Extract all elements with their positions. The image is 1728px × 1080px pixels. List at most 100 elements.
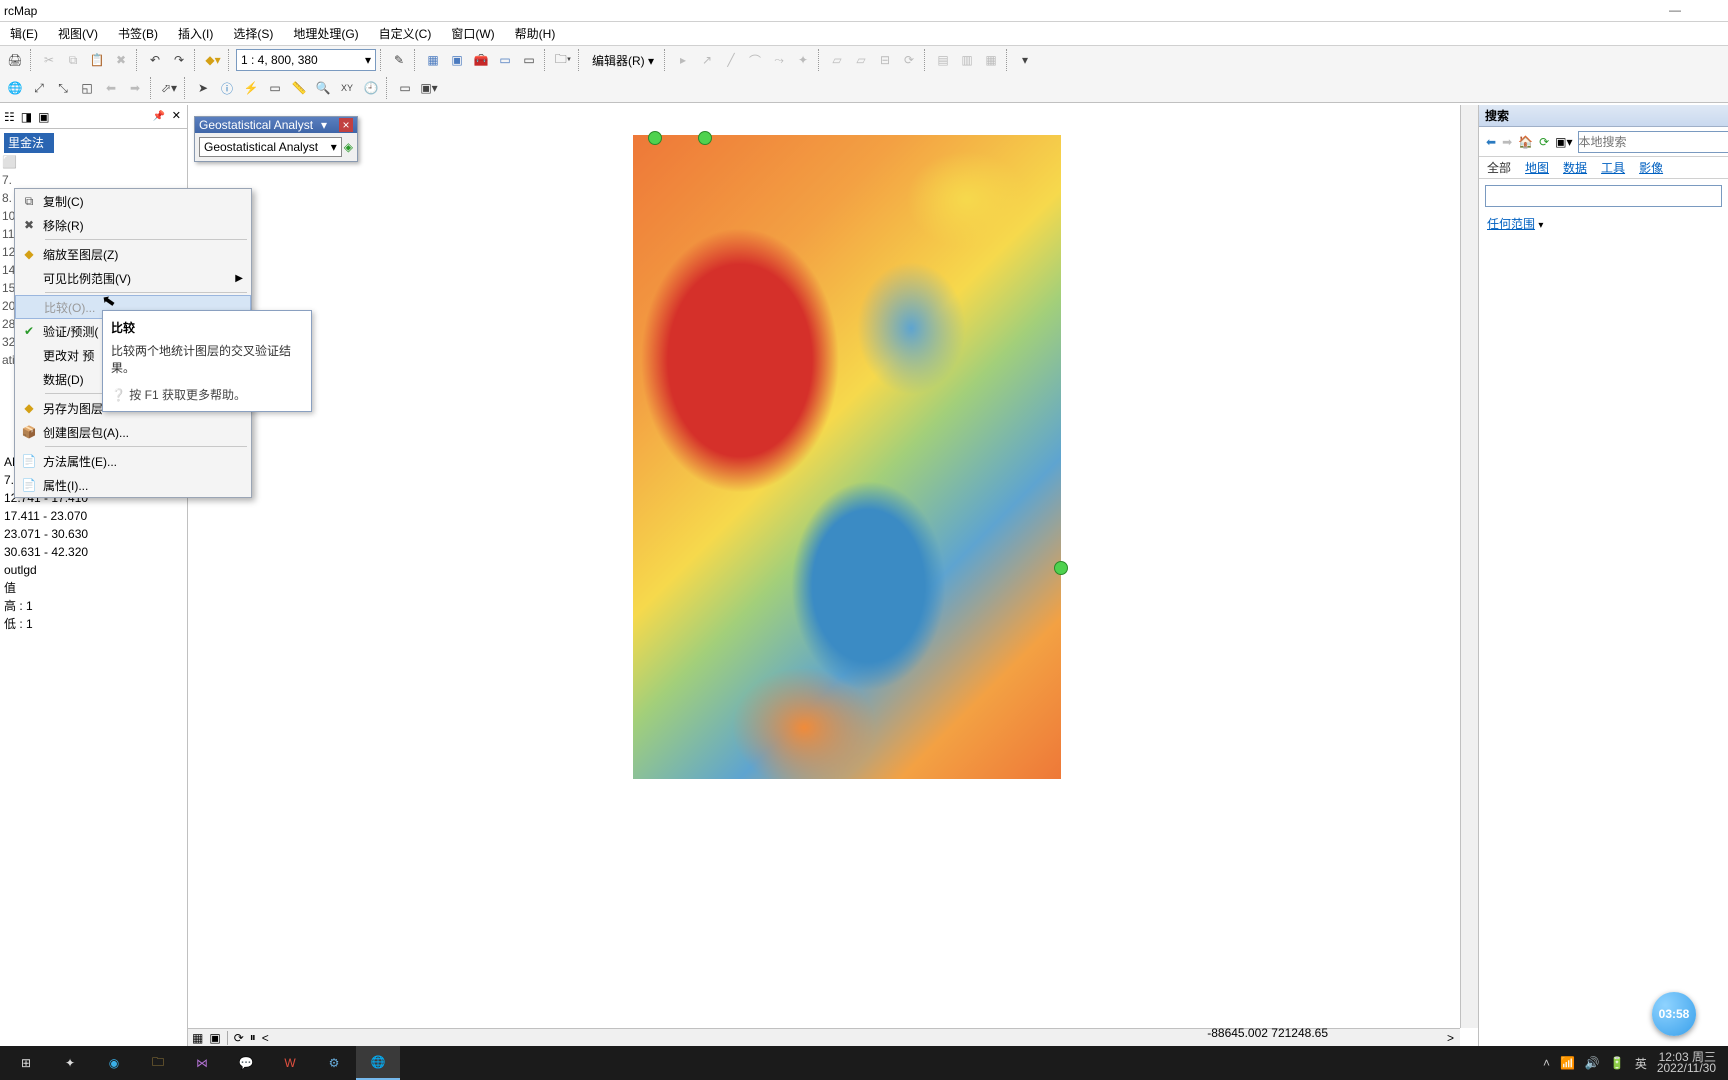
app-copilot-icon[interactable]: ✦ <box>48 1046 92 1080</box>
point-icon[interactable]: ✦ <box>792 49 814 71</box>
search-scope[interactable]: 任何范围 <box>1487 217 1535 231</box>
time-slider-icon[interactable]: 🕘 <box>360 77 382 99</box>
ctx-zoom-to-layer[interactable]: ◆缩放至图层(Z) <box>15 242 251 266</box>
editor-dropdown[interactable]: 编辑器(R) ▾ <box>586 52 660 69</box>
data-view-icon[interactable]: ▦ <box>192 1031 203 1045</box>
ctx-copy[interactable]: ⧉复制(C) <box>15 189 251 213</box>
fixed-zoom-in-icon[interactable]: ◱ <box>76 77 98 99</box>
wps-icon[interactable]: W <box>268 1046 312 1080</box>
tray-wifi-icon[interactable]: 📶 <box>1560 1056 1575 1070</box>
forward-icon[interactable]: ➡ <box>1501 131 1513 153</box>
home-icon[interactable]: 🏠 <box>1517 131 1534 153</box>
toc-tab-list[interactable]: ☷ <box>4 110 15 124</box>
ctx-remove[interactable]: ✖移除(R) <box>15 213 251 237</box>
toc-tab-source[interactable]: ◨ <box>21 110 32 124</box>
ctx-visible-scale[interactable]: 可见比例范围(V)▶ <box>15 266 251 290</box>
python-icon[interactable]: ▭ <box>494 49 516 71</box>
menu-customize[interactable]: 自定义(C) <box>371 23 440 44</box>
copy-icon[interactable]: ⧉ <box>62 49 84 71</box>
search-tab-data[interactable]: 数据 <box>1563 159 1587 176</box>
arcmap-taskbar-icon[interactable]: 🌐 <box>356 1046 400 1080</box>
scroll-left-icon[interactable]: < <box>262 1031 269 1045</box>
sketch-icon[interactable]: ▥ <box>956 49 978 71</box>
vs-icon[interactable]: ⋈ <box>180 1046 224 1080</box>
pin-icon[interactable]: 📌 <box>153 111 165 122</box>
refresh-icon[interactable]: ⟳ <box>234 1031 244 1045</box>
search-options-icon[interactable]: ▣▾ <box>1554 131 1573 153</box>
viewer-icon[interactable]: ▭ <box>394 77 416 99</box>
measure-icon[interactable]: 📏 <box>288 77 310 99</box>
layout-view-icon[interactable]: ▣ <box>209 1031 220 1045</box>
paste-icon[interactable]: 📋 <box>86 49 108 71</box>
add-data-icon[interactable]: ◆▾ <box>202 49 224 71</box>
ctx-create-package[interactable]: 📦创建图层包(A)... <box>15 420 251 444</box>
modelbuilder-icon[interactable]: ▭ <box>518 49 540 71</box>
close-button[interactable] <box>1698 0 1728 22</box>
hyperlink-icon[interactable]: ⚡ <box>240 77 262 99</box>
search-tab-maps[interactable]: 地图 <box>1525 159 1549 176</box>
tray-up-icon[interactable]: ˄ <box>1543 1056 1550 1070</box>
refresh-search-icon[interactable]: ⟳ <box>1538 131 1550 153</box>
table-icon[interactable]: ▦ <box>422 49 444 71</box>
select-cursor-icon[interactable]: ⬀▾ <box>158 77 180 99</box>
tray-sound-icon[interactable]: 🔊 <box>1585 1056 1600 1070</box>
zoom-in-icon[interactable]: ⤢ <box>28 77 50 99</box>
rotate-icon[interactable]: ⟳ <box>898 49 920 71</box>
geostat-wizard-icon[interactable]: ◈ <box>344 140 353 154</box>
floating-timer-bubble[interactable]: 03:58 <box>1652 992 1696 1036</box>
arc-icon[interactable]: ⌒ <box>744 49 766 71</box>
redo-icon[interactable]: ↷ <box>168 49 190 71</box>
identify-icon[interactable]: ⓘ <box>216 77 238 99</box>
close-toc-icon[interactable]: ✕ <box>172 109 181 122</box>
search-input[interactable] <box>1578 131 1728 153</box>
toc-selected-layer[interactable]: 里金法 <box>4 133 54 153</box>
xy-icon[interactable]: XY <box>336 77 358 99</box>
undo-icon[interactable]: ↶ <box>144 49 166 71</box>
map-canvas[interactable] <box>188 105 1478 1028</box>
wechat-icon[interactable]: 💬 <box>224 1046 268 1080</box>
menu-bookmarks[interactable]: 书签(B) <box>110 23 166 44</box>
trace-icon[interactable]: ⤳ <box>768 49 790 71</box>
pointer-icon[interactable]: ➤ <box>192 77 214 99</box>
menu-insert[interactable]: 插入(I) <box>170 23 221 44</box>
search-tab-images[interactable]: 影像 <box>1639 159 1663 176</box>
edge-icon[interactable]: ◉ <box>92 1046 136 1080</box>
print-icon[interactable]: 🖨 <box>4 49 26 71</box>
settings-icon[interactable]: ⚙ <box>312 1046 356 1080</box>
search-tab-all[interactable]: 全部 <box>1487 159 1511 176</box>
zoom-out-icon[interactable]: ⤡ <box>52 77 74 99</box>
geostat-combo[interactable]: Geostatistical Analyst▾ <box>199 137 342 157</box>
vertical-scrollbar[interactable] <box>1460 105 1478 1028</box>
menu-edit[interactable]: 辑(E) <box>2 23 46 44</box>
options-icon[interactable]: ▾ <box>1014 49 1036 71</box>
explorer-icon[interactable]: 🗀 <box>136 1046 180 1080</box>
globe-icon[interactable]: 🌐 <box>4 77 26 99</box>
scroll-right-icon[interactable]: > <box>1447 1031 1454 1045</box>
toc-tab-visibility[interactable]: ▣ <box>38 110 49 124</box>
search-tab-tools[interactable]: 工具 <box>1601 159 1625 176</box>
edit-vertices-icon[interactable]: ▱ <box>826 49 848 71</box>
line-icon[interactable]: ╱ <box>720 49 742 71</box>
delete-icon[interactable]: ✖ <box>110 49 132 71</box>
attributes-icon[interactable]: ▤ <box>932 49 954 71</box>
scale-combo[interactable]: 1 : 4, 800, 380▾ <box>236 49 376 71</box>
pause-icon[interactable]: ⏸ <box>250 1030 256 1045</box>
edit-arc-icon[interactable]: ↗ <box>696 49 718 71</box>
window-icon[interactable]: ▣ <box>446 49 468 71</box>
menu-select[interactable]: 选择(S) <box>225 23 281 44</box>
html-popup-icon[interactable]: ▭ <box>264 77 286 99</box>
tray-ime[interactable]: 英 <box>1635 1055 1647 1072</box>
minimize-button[interactable]: — <box>1652 0 1698 22</box>
prev-extent-icon[interactable]: ⬅ <box>100 77 122 99</box>
ctx-method-props[interactable]: 📄方法属性(E)... <box>15 449 251 473</box>
menu-geoprocessing[interactable]: 地理处理(G) <box>285 23 366 44</box>
geostat-close-icon[interactable]: × <box>339 118 353 132</box>
menu-help[interactable]: 帮助(H) <box>507 23 564 44</box>
find-icon[interactable]: 🔍 <box>312 77 334 99</box>
ctx-properties[interactable]: 📄属性(I)... <box>15 473 251 497</box>
menu-view[interactable]: 视图(V) <box>50 23 106 44</box>
reshape-icon[interactable]: ▱ <box>850 49 872 71</box>
back-icon[interactable]: ⬅ <box>1485 131 1497 153</box>
catalog-icon[interactable]: 🗀▾ <box>552 49 574 71</box>
tray-battery-icon[interactable]: 🔋 <box>1610 1056 1625 1070</box>
